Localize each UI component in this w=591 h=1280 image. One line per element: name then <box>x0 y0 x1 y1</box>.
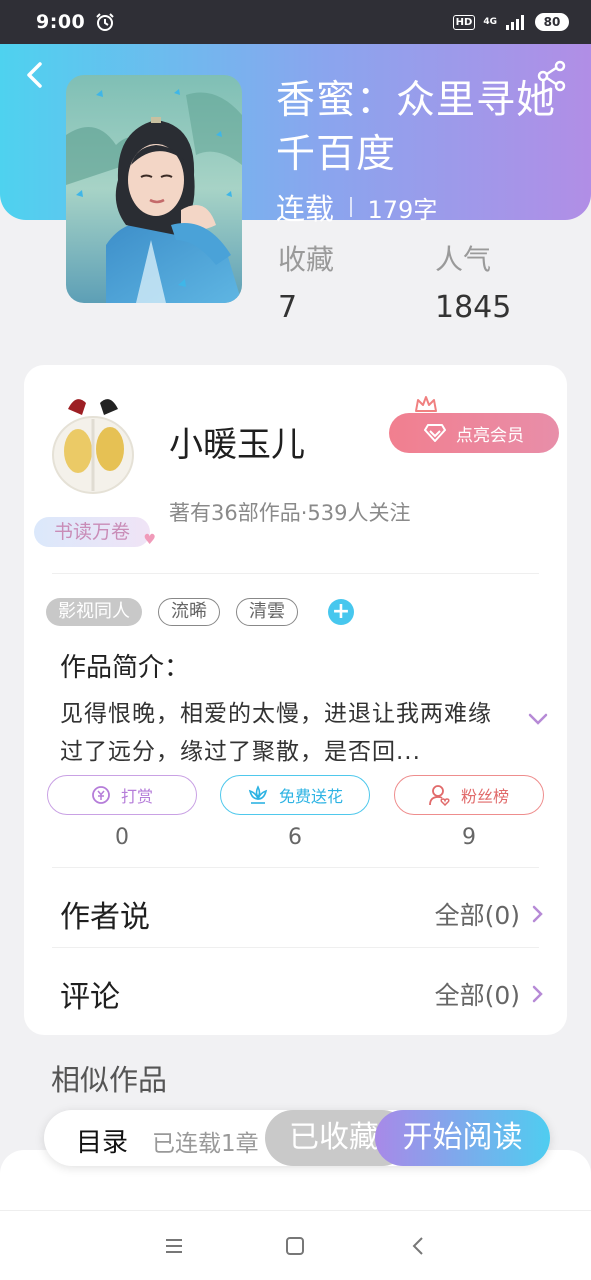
status-bar: 9:00 HD 4G 80 <box>0 0 591 44</box>
chevron-right-icon <box>532 905 543 923</box>
hd-icon: HD <box>452 14 476 30</box>
stat-label: 收藏 <box>278 243 335 276</box>
book-meta: 连载 179字 <box>276 186 437 228</box>
chevron-left-icon[interactable] <box>20 60 48 90</box>
activate-vip-button[interactable]: 点亮会员 <box>389 413 559 453</box>
stat-value: 1845 <box>435 290 512 325</box>
flower-icon <box>248 785 268 804</box>
intro-text: 见得恨晚，相爱的太慢，进退让我两难缘过了远分，缘过了聚散，是否回... <box>60 701 492 765</box>
system-navigation-bar <box>0 1210 591 1280</box>
author-stats: 著有36部作品·539人关注 <box>169 501 411 525</box>
coin-icon <box>92 786 110 804</box>
stat-popularity: 人气 1845 <box>435 238 511 325</box>
author-notes-row[interactable]: 作者说 全部(0) <box>60 892 544 936</box>
comments-row[interactable]: 评论 全部(0) <box>60 972 544 1016</box>
tip-label: 打赏 <box>120 787 153 806</box>
reader-badge-label: 书读万卷 <box>53 521 130 543</box>
start-reading-button[interactable]: 开始阅读 <box>375 1110 550 1166</box>
similar-works-title: 相似作品 <box>51 1063 168 1097</box>
flower-count: 6 <box>288 825 302 850</box>
add-tag-button[interactable]: + <box>328 599 354 625</box>
flower-label: 免费送花 <box>278 787 343 806</box>
divider <box>52 947 539 948</box>
comments-label: 评论 <box>60 980 120 1015</box>
divider <box>52 867 539 868</box>
crown-icon <box>415 396 437 412</box>
diamond-icon <box>424 424 446 442</box>
book-cover[interactable] <box>66 75 242 303</box>
stat-label: 人气 <box>435 243 492 276</box>
word-count: 179字 <box>367 195 438 224</box>
stat-favorites: 收藏 7 <box>278 238 334 325</box>
back-icon[interactable] <box>408 1235 430 1257</box>
home-icon[interactable] <box>284 1235 306 1257</box>
tag-item[interactable]: 清雲 <box>236 598 298 626</box>
comments-count: 全部(0) <box>434 981 520 1010</box>
fans-label: 粉丝榜 <box>460 787 509 806</box>
author-name[interactable]: 小暖玉儿 <box>169 417 305 466</box>
author-avatar[interactable] <box>48 387 138 497</box>
author-notes-label: 作者说 <box>60 900 150 935</box>
status-time: 9:00 <box>36 11 86 33</box>
book-info-card: 书读万卷 ♥ 小暖玉儿 点亮会员 著有36部作品·539人关注 影视同人 流晞 … <box>24 365 567 1035</box>
fans-count: 9 <box>462 825 476 850</box>
tip-button[interactable]: 打赏 <box>47 775 197 815</box>
author-notes-count: 全部(0) <box>434 901 520 930</box>
reader-level-badge: 书读万卷 ♥ <box>34 517 156 548</box>
fan-user-icon <box>429 785 450 806</box>
battery-level: 80 <box>535 13 569 31</box>
signal-icon <box>506 15 524 30</box>
heart-icon: ♥ <box>143 532 156 548</box>
tag-list: 影视同人 流晞 清雲 + <box>46 598 354 626</box>
status-icons: HD 4G 80 <box>452 13 569 31</box>
chapter-progress: 已连载1章 <box>152 1131 259 1157</box>
chevron-right-icon <box>532 985 543 1003</box>
network-type: 4G <box>483 16 497 27</box>
divider <box>52 573 539 574</box>
alarm-icon <box>96 13 114 31</box>
send-flower-button[interactable]: 免费送花 <box>220 775 370 815</box>
intro-heading: 作品简介： <box>60 653 191 683</box>
tip-count: 0 <box>115 825 129 850</box>
reading-action-bar: 目录 已连载1章 已收藏 开始阅读 <box>44 1110 550 1166</box>
book-cover-illustration <box>66 75 242 303</box>
stat-value: 7 <box>278 290 298 325</box>
book-title: 香蜜：众里寻她千百度 <box>276 78 557 177</box>
vip-button-label: 点亮会员 <box>456 425 524 446</box>
tag-category[interactable]: 影视同人 <box>46 598 142 626</box>
battery-indicator: 80 <box>535 13 569 31</box>
menu-icon[interactable] <box>163 1235 185 1257</box>
toc-button[interactable]: 目录 <box>76 1122 128 1159</box>
meta-divider <box>350 197 352 217</box>
chevron-down-icon[interactable] <box>527 712 549 726</box>
fan-ranking-button[interactable]: 粉丝榜 <box>394 775 544 815</box>
serial-status: 连载 <box>276 192 335 226</box>
tag-item[interactable]: 流晞 <box>158 598 220 626</box>
